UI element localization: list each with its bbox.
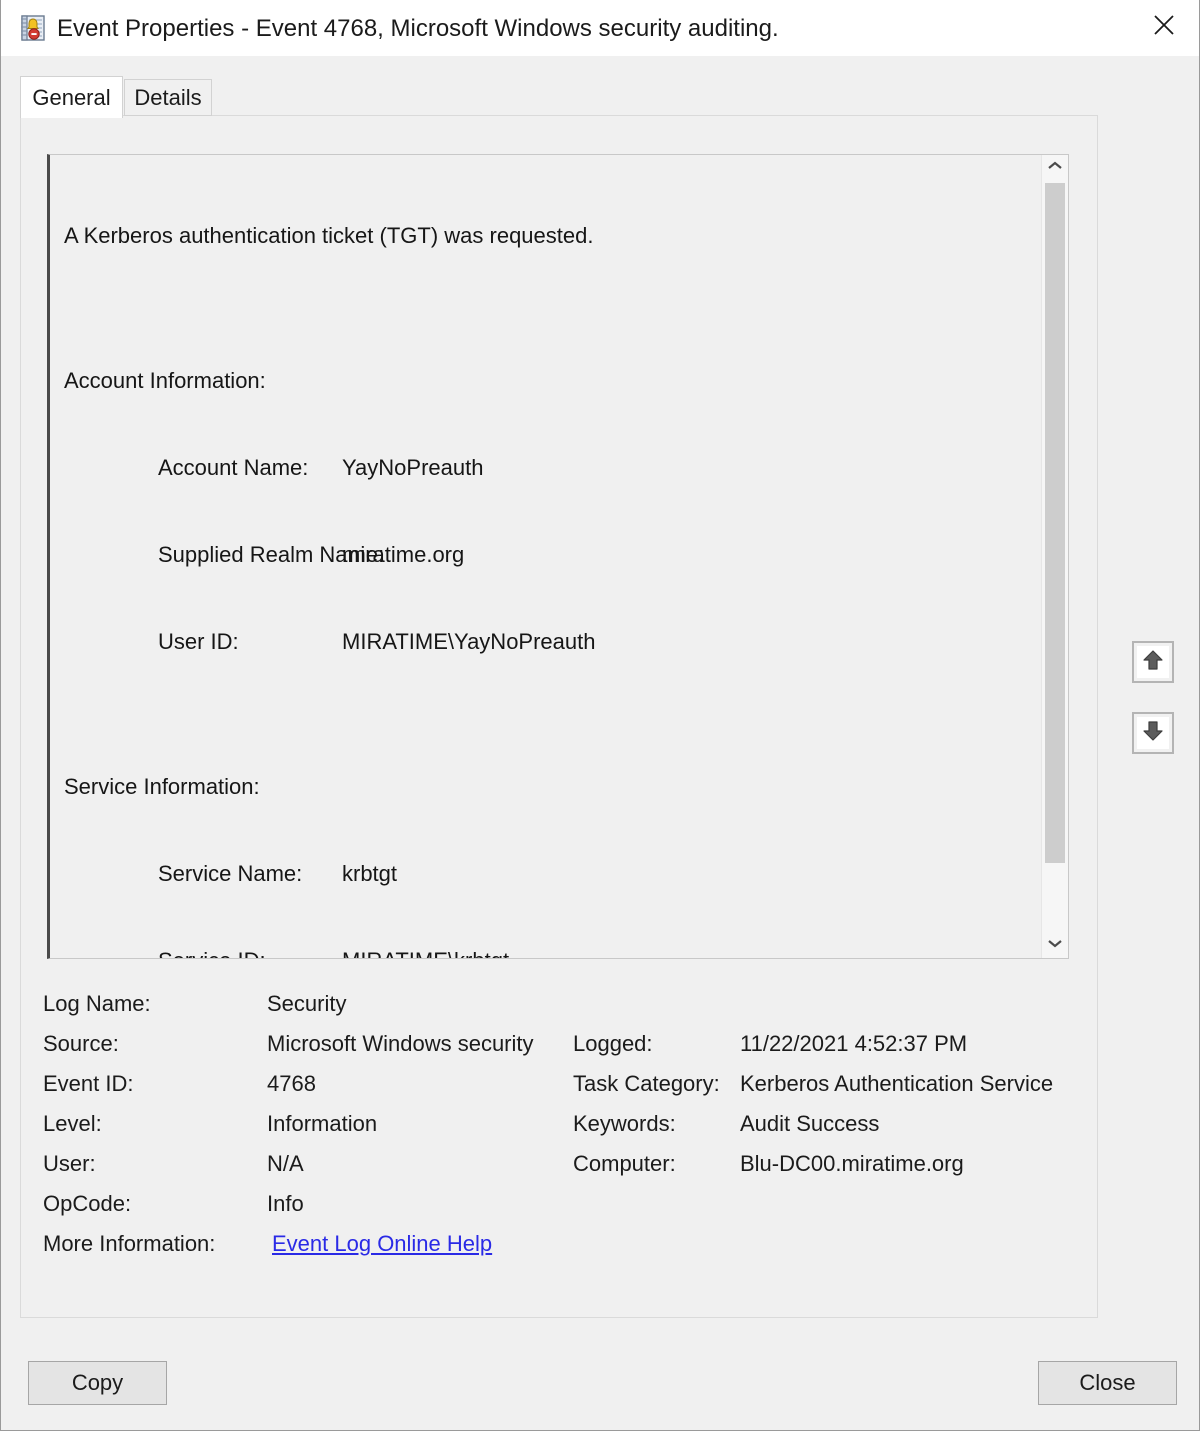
row-value: MIRATIME\krbtgt bbox=[342, 946, 509, 958]
meta-value: N/A bbox=[267, 1151, 304, 1176]
row-key: Service ID: bbox=[64, 946, 342, 958]
section-heading: Account Information: bbox=[64, 368, 266, 393]
event-description-box[interactable]: A Kerberos authentication ticket (TGT) w… bbox=[47, 154, 1069, 959]
tab-strip: General Details bbox=[20, 76, 1098, 118]
meta-label: Log Name: bbox=[43, 991, 151, 1016]
more-information-label: More Information: bbox=[43, 1231, 216, 1256]
close-button-label: Close bbox=[1079, 1370, 1136, 1395]
tab-details[interactable]: Details bbox=[124, 79, 212, 116]
copy-button[interactable]: Copy bbox=[28, 1361, 167, 1405]
arrow-down-icon bbox=[1141, 719, 1165, 748]
description-row: Service Name: krbtgt bbox=[64, 859, 1014, 888]
meta-label: Source: bbox=[43, 1031, 119, 1056]
meta-row: Source: Microsoft Windows security Logge… bbox=[43, 1024, 1073, 1064]
tab-details-label: Details bbox=[134, 84, 202, 110]
section-heading: Service Information: bbox=[64, 774, 260, 799]
description-row: Account Name: YayNoPreauth bbox=[64, 453, 1014, 482]
event-description-text: A Kerberos authentication ticket (TGT) w… bbox=[64, 163, 1014, 958]
meta-label: Task Category: bbox=[573, 1071, 720, 1096]
meta-label: User: bbox=[43, 1151, 96, 1176]
meta-row: Level: Information Keywords: Audit Succe… bbox=[43, 1104, 1073, 1144]
window-title: Event Properties - Event 4768, Microsoft… bbox=[57, 15, 779, 42]
next-event-button[interactable] bbox=[1132, 712, 1174, 754]
meta-label: Level: bbox=[43, 1111, 102, 1136]
scrollbar-thumb[interactable] bbox=[1045, 183, 1065, 863]
close-icon bbox=[1151, 12, 1177, 38]
event-metadata: Log Name: Security Source: Microsoft Win… bbox=[43, 984, 1073, 1274]
row-value: krbtgt bbox=[342, 861, 398, 886]
row-key: Supplied Realm Name: bbox=[158, 542, 385, 567]
copy-button-label: Copy bbox=[71, 1370, 124, 1395]
meta-value: 4768 bbox=[267, 1071, 316, 1096]
description-row: Supplied Realm Name:miratime.org bbox=[64, 540, 1014, 569]
row-key: User ID: bbox=[158, 629, 239, 654]
scrollbar-down-button[interactable] bbox=[1042, 932, 1068, 958]
description-row: Service ID:MIRATIME\krbtgt bbox=[64, 946, 1014, 958]
scrollbar-up-button[interactable] bbox=[1042, 155, 1068, 181]
meta-value: Blu-DC00.miratime.org bbox=[740, 1151, 964, 1176]
meta-value: Kerberos Authentication Service bbox=[740, 1071, 1054, 1096]
meta-value: Info bbox=[267, 1191, 304, 1216]
chevron-up-icon bbox=[1047, 159, 1063, 177]
meta-label: Keywords: bbox=[573, 1111, 676, 1136]
event-log-icon bbox=[18, 13, 48, 43]
meta-label: Event ID: bbox=[43, 1071, 134, 1096]
meta-label: Logged: bbox=[573, 1031, 653, 1056]
tab-general-label: General bbox=[32, 84, 111, 110]
event-properties-dialog: Event Properties - Event 4768, Microsoft… bbox=[0, 0, 1200, 1431]
chevron-down-icon bbox=[1047, 936, 1063, 954]
row-value: YayNoPreauth bbox=[342, 455, 484, 480]
meta-value: Microsoft Windows security bbox=[267, 1031, 534, 1056]
meta-value: Information bbox=[267, 1111, 378, 1136]
close-window-button[interactable] bbox=[1129, 0, 1199, 50]
meta-label: OpCode: bbox=[43, 1191, 132, 1216]
tab-general[interactable]: General bbox=[20, 76, 123, 118]
meta-value: 11/22/2021 4:52:37 PM bbox=[740, 1031, 968, 1056]
row-value: MIRATIME\YayNoPreauth bbox=[342, 629, 596, 654]
close-button[interactable]: Close bbox=[1038, 1361, 1177, 1405]
previous-event-button[interactable] bbox=[1132, 641, 1174, 683]
meta-row: Event ID: 4768 Task Category: Kerberos A… bbox=[43, 1064, 1073, 1104]
title-bar: Event Properties - Event 4768, Microsoft… bbox=[1, 0, 1199, 56]
meta-row: User: N/A Computer: Blu-DC00.miratime.or… bbox=[43, 1144, 1073, 1184]
description-row: User ID: MIRATIME\YayNoPreauth bbox=[64, 627, 1014, 656]
row-value: miratime.org bbox=[342, 542, 465, 567]
description-headline: A Kerberos authentication ticket (TGT) w… bbox=[64, 223, 594, 248]
arrow-up-icon bbox=[1141, 648, 1165, 677]
meta-label: Computer: bbox=[573, 1151, 676, 1176]
row-key: Service Name: bbox=[158, 861, 303, 886]
row-key: Account Name: bbox=[158, 455, 309, 480]
description-scrollbar[interactable] bbox=[1041, 155, 1068, 958]
meta-row: OpCode: Info bbox=[43, 1184, 1073, 1224]
meta-value: Audit Success bbox=[740, 1111, 880, 1136]
meta-row: Log Name: Security bbox=[43, 984, 1073, 1024]
general-tab-panel: A Kerberos authentication ticket (TGT) w… bbox=[20, 115, 1098, 1318]
meta-value: Security bbox=[267, 991, 347, 1016]
event-log-online-help-link[interactable]: Event Log Online Help bbox=[272, 1224, 492, 1264]
